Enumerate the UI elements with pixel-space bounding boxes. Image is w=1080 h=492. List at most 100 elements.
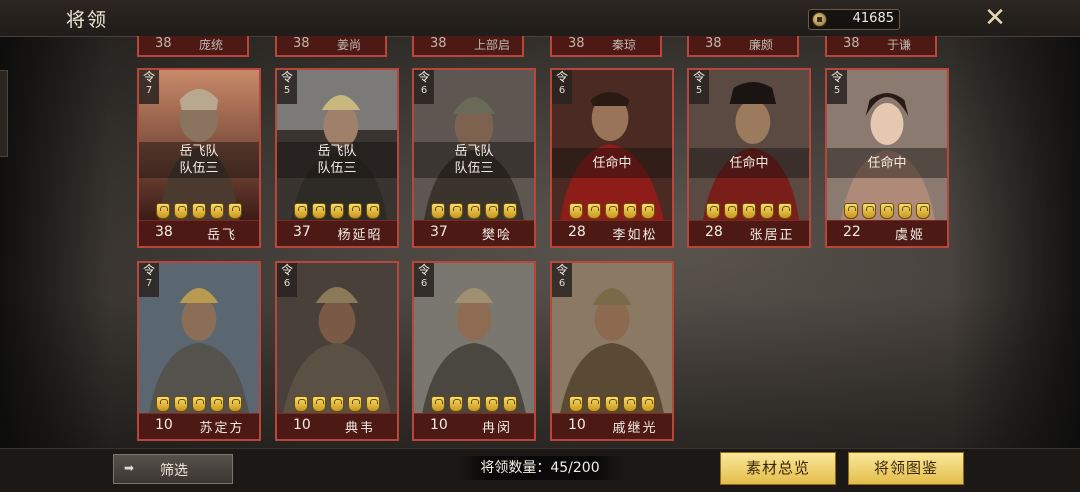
star-badge-icon xyxy=(778,203,792,219)
general-info: 28 李如松 xyxy=(552,220,672,246)
command-label: 令 xyxy=(280,70,293,84)
general-level: 38 xyxy=(293,36,310,51)
command-label: 令 xyxy=(142,263,155,277)
star-badge-icon xyxy=(724,203,738,219)
general-name: 岳飞 xyxy=(206,228,237,243)
command-badge: 令6 xyxy=(414,263,434,297)
appointment-status: 任命中 xyxy=(689,148,809,178)
star-badge-icon xyxy=(898,203,912,219)
command-value: 6 xyxy=(558,85,566,96)
command-badge: 令6 xyxy=(552,263,572,297)
materials-overview-button[interactable]: 素材总览 xyxy=(720,452,836,485)
count-value: 45/200 xyxy=(550,460,600,476)
general-info: 38 岳飞 xyxy=(139,220,259,246)
general-level: 28 xyxy=(705,224,723,240)
side-tab-handle[interactable] xyxy=(0,70,8,157)
top-bar: 将领 41685 ✕ xyxy=(0,0,1080,37)
status-appointed: 任命中 xyxy=(592,155,632,171)
star-badge-icon xyxy=(844,203,858,219)
command-value: 5 xyxy=(695,85,703,96)
star-badge-icon xyxy=(623,396,637,412)
general-card[interactable]: 令6 任命中 28 李如松 xyxy=(550,68,674,248)
star-rating xyxy=(689,203,809,221)
general-info: 37 樊哙 xyxy=(414,220,534,246)
appointment-status: 任命中 xyxy=(552,148,672,178)
star-badge-icon xyxy=(862,203,876,219)
general-name: 庞统 xyxy=(199,38,224,52)
general-name: 樊哙 xyxy=(481,228,512,243)
general-card[interactable]: 令6 10 典韦 xyxy=(275,261,399,441)
status-team: 岳飞队 xyxy=(317,144,357,159)
general-card[interactable]: 令5 岳飞队 队伍三 37 杨延昭 xyxy=(275,68,399,248)
star-badge-icon xyxy=(605,203,619,219)
general-card[interactable]: 令7 10 苏定方 xyxy=(137,261,261,441)
general-level: 10 xyxy=(430,417,448,433)
close-icon[interactable]: ✕ xyxy=(980,3,1010,33)
general-card-partial[interactable]: 38 庞统 xyxy=(137,36,249,57)
star-badge-icon xyxy=(228,396,242,412)
star-badge-icon xyxy=(294,396,308,412)
status-team: 岳飞队 xyxy=(454,144,494,159)
general-card[interactable]: 令6 10 冉闵 xyxy=(412,261,536,441)
command-badge: 令7 xyxy=(139,70,159,104)
status-team: 岳飞队 xyxy=(179,144,219,159)
star-badge-icon xyxy=(228,203,242,219)
star-rating xyxy=(139,396,259,414)
status-squad: 队伍三 xyxy=(454,161,494,176)
general-card-partial[interactable]: 38 廉颇 xyxy=(687,36,799,57)
general-card[interactable]: 令6 岳飞队 队伍三 37 樊哙 xyxy=(412,68,536,248)
general-codex-button[interactable]: 将领图鉴 xyxy=(848,452,964,485)
star-badge-icon xyxy=(348,203,362,219)
general-card-partial[interactable]: 38 于谦 xyxy=(825,36,937,57)
command-value: 5 xyxy=(833,85,841,96)
filter-label: 筛选 xyxy=(160,463,188,479)
general-card-partial[interactable]: 38 秦琼 xyxy=(550,36,662,57)
star-badge-icon xyxy=(192,203,206,219)
star-badge-icon xyxy=(503,396,517,412)
star-badge-icon xyxy=(348,396,362,412)
star-badge-icon xyxy=(641,396,655,412)
star-badge-icon xyxy=(174,203,188,219)
general-card[interactable]: 令6 10 戚继光 xyxy=(550,261,674,441)
general-name: 虞姬 xyxy=(894,228,925,243)
general-card-partial[interactable]: 38 姜尚 xyxy=(275,36,387,57)
command-badge: 令5 xyxy=(827,70,847,104)
general-name: 戚继光 xyxy=(612,421,658,436)
team-status: 岳飞队 队伍三 xyxy=(414,142,534,178)
status-appointed: 任命中 xyxy=(729,155,769,171)
command-badge: 令5 xyxy=(277,70,297,104)
star-rating xyxy=(552,396,672,414)
star-badge-icon xyxy=(156,396,170,412)
command-label: 令 xyxy=(555,263,568,277)
star-badge-icon xyxy=(192,396,206,412)
general-name: 杨延昭 xyxy=(337,228,383,243)
general-info: 10 苏定方 xyxy=(139,413,259,439)
currency-display: 41685 xyxy=(808,9,900,30)
star-badge-icon xyxy=(742,203,756,219)
command-label: 令 xyxy=(417,263,430,277)
command-label: 令 xyxy=(280,263,293,277)
general-name: 李如松 xyxy=(612,228,658,243)
general-card[interactable]: 令5 任命中 28 张居正 xyxy=(687,68,811,248)
general-level: 10 xyxy=(155,417,173,433)
general-card[interactable]: 令7 岳飞队 队伍三 38 岳飞 xyxy=(137,68,261,248)
star-rating xyxy=(139,203,259,221)
command-value: 7 xyxy=(145,85,153,96)
general-card-partial[interactable]: 38 上部启 xyxy=(412,36,524,57)
general-name: 姜尚 xyxy=(337,38,362,52)
star-badge-icon xyxy=(449,203,463,219)
star-badge-icon xyxy=(174,396,188,412)
command-value: 6 xyxy=(558,278,566,289)
general-card[interactable]: 令5 任命中 22 虞姬 xyxy=(825,68,949,248)
star-badge-icon xyxy=(569,396,583,412)
command-label: 令 xyxy=(692,70,705,84)
command-value: 5 xyxy=(283,85,291,96)
appointment-status: 任命中 xyxy=(827,148,947,178)
general-level: 38 xyxy=(843,36,860,51)
status-squad: 队伍三 xyxy=(317,161,357,176)
star-badge-icon xyxy=(312,396,326,412)
status-appointed: 任命中 xyxy=(867,155,907,171)
command-badge: 令6 xyxy=(552,70,572,104)
filter-button[interactable]: ➡ 筛选 xyxy=(113,454,233,484)
star-badge-icon xyxy=(706,203,720,219)
